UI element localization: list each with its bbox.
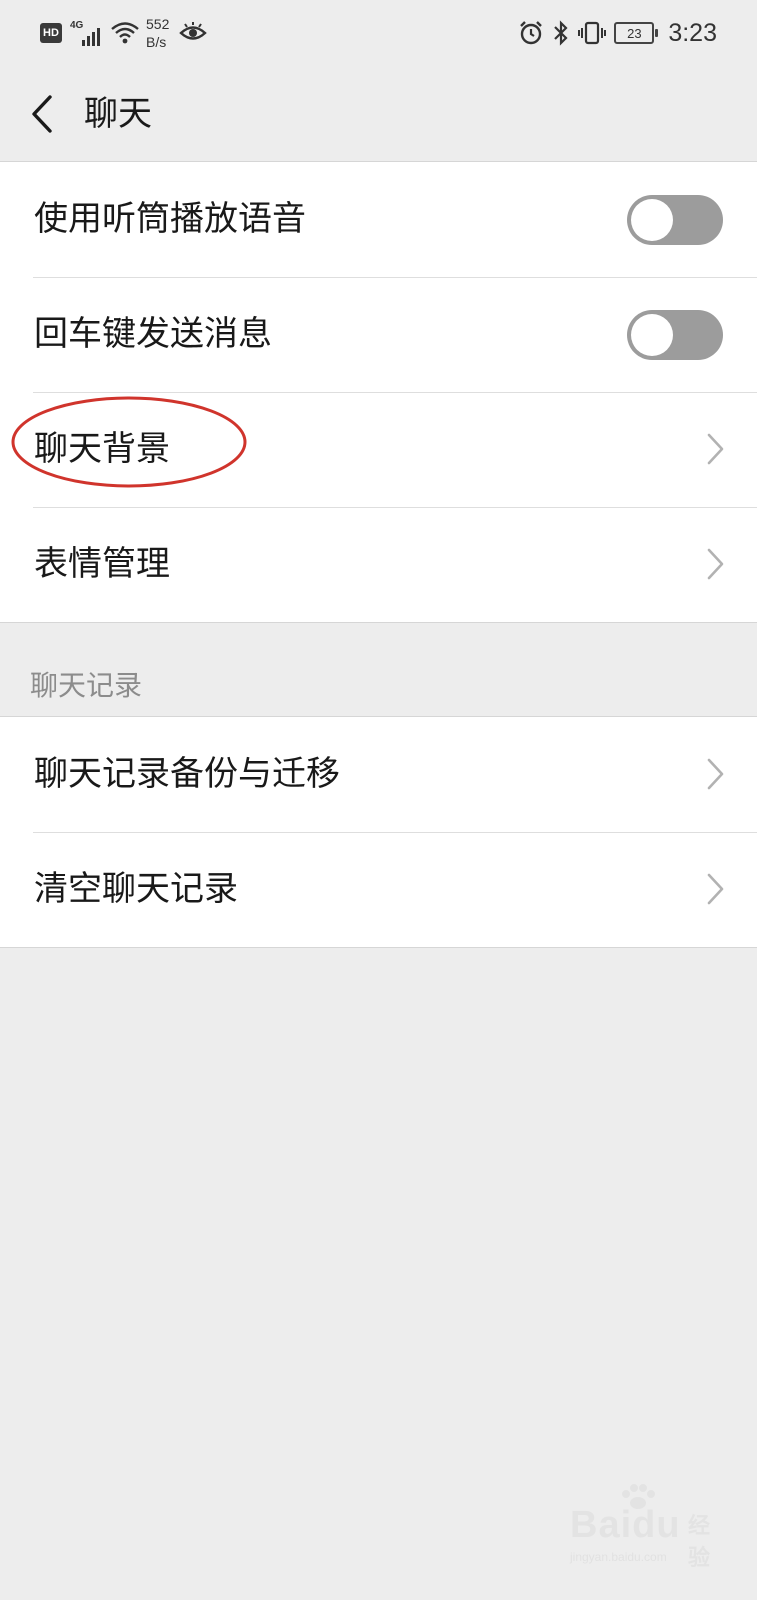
setting-label: 表情管理 [34, 544, 170, 584]
setting-row-sticker-management[interactable]: 表情管理 [0, 507, 757, 622]
setting-label: 回车键发送消息 [34, 314, 272, 354]
status-bar: HD 4G 552 B/s 23 3:23 [0, 0, 757, 66]
nav-bar: 聊天 [0, 66, 757, 162]
setting-label: 清空聊天记录 [34, 869, 238, 909]
watermark-jingyan: 经验 [688, 1514, 711, 1571]
chat-history-group: 聊天记录备份与迁移 清空聊天记录 [0, 716, 757, 948]
chevron-right-icon [707, 548, 724, 580]
speed-value: 552 [146, 16, 170, 32]
chat-settings-group: 使用听筒播放语音 回车键发送消息 聊天背景 表情管理 [0, 161, 757, 623]
setting-label: 聊天背景 [34, 429, 170, 469]
chevron-right-icon [707, 758, 724, 790]
setting-row-clear-history[interactable]: 清空聊天记录 [0, 832, 757, 947]
chevron-right-icon [707, 433, 724, 465]
signal-icon: 4G [70, 18, 104, 48]
section-header-chat-history: 聊天记录 [30, 669, 143, 702]
hd-badge: HD [40, 23, 62, 43]
setting-row-enter-send[interactable]: 回车键发送消息 [0, 277, 757, 392]
bluetooth-icon [554, 20, 568, 46]
network-speed: 552 B/s [146, 15, 169, 51]
watermark-brand: Baidu [570, 1504, 681, 1546]
chevron-left-icon [32, 95, 52, 133]
setting-row-chat-background[interactable]: 聊天背景 [0, 392, 757, 507]
setting-label: 聊天记录备份与迁移 [34, 754, 340, 794]
speed-unit: B/s [146, 34, 167, 50]
setting-row-backup-migrate[interactable]: 聊天记录备份与迁移 [0, 717, 757, 832]
alarm-icon [520, 21, 543, 45]
battery-level: 23 [627, 25, 642, 41]
eye-icon [179, 22, 208, 40]
page-title: 聊天 [84, 94, 152, 134]
battery-icon: 23 [614, 22, 659, 44]
vibrate-icon [578, 21, 607, 45]
setting-label: 使用听筒播放语音 [34, 199, 306, 239]
wifi-icon [111, 22, 139, 44]
enter-send-toggle[interactable] [627, 310, 723, 360]
baidu-jingyan-watermark: Baidu 经验 jingyan.baidu.com [570, 1484, 730, 1571]
watermark-url: jingyan.baidu.com [570, 1550, 667, 1564]
chevron-right-icon [707, 873, 724, 905]
setting-row-earpiece[interactable]: 使用听筒播放语音 [0, 162, 757, 277]
back-button[interactable] [22, 90, 62, 138]
status-time: 3:23 [668, 18, 717, 47]
earpiece-toggle[interactable] [627, 195, 723, 245]
